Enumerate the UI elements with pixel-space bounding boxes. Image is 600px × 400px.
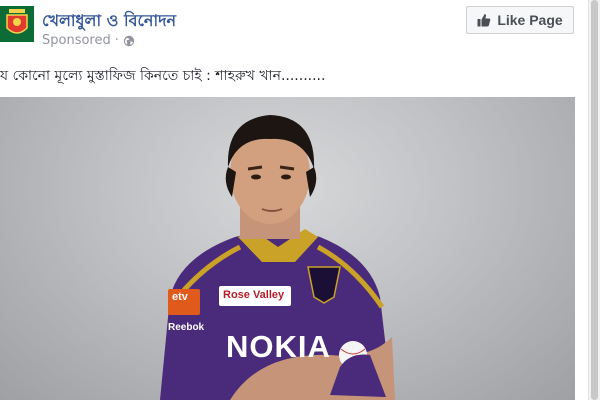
globe-icon	[123, 35, 135, 46]
page-logo-icon	[0, 6, 34, 42]
meta-separator: ·	[114, 33, 119, 48]
post-text: য কোনো মূল্যে মুস্তাফিজ কিনতে চাই : শাহর…	[0, 68, 326, 84]
jersey-sponsor-text: NOKIA	[226, 329, 331, 364]
sponsored-label[interactable]: Sponsored	[42, 33, 111, 48]
page-avatar[interactable]	[0, 6, 34, 42]
scrollbar[interactable]	[588, 0, 600, 400]
sponsor-reebok: Reebok	[168, 322, 205, 333]
like-page-label: Like Page	[497, 12, 563, 28]
like-page-button[interactable]: Like Page	[466, 6, 574, 34]
thumbs-up-icon	[477, 14, 491, 27]
scrollbar-thumb[interactable]	[591, 0, 598, 400]
page-name-link[interactable]: খেলাধুলা ও বিনোদন	[42, 8, 176, 35]
post-photo[interactable]: Rose Valley etv Rose Valley Reebok NOKIA	[0, 97, 575, 400]
sponsor-tv-logo: etv	[172, 291, 188, 303]
sponsor-rose-valley-label: Rose Valley	[223, 289, 285, 301]
post-meta: Sponsored ·	[42, 33, 135, 48]
